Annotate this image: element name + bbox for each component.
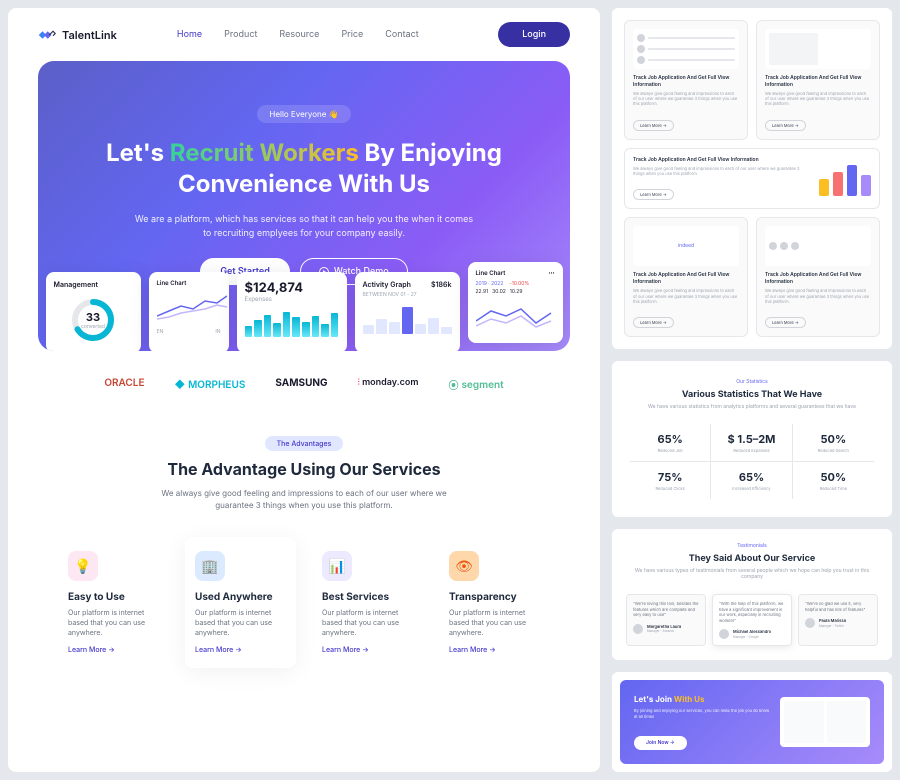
learn-more-link[interactable]: Learn More → <box>195 645 286 654</box>
testimonials-section: Testimonials They Said About Our Service… <box>612 529 892 660</box>
chart-icon: 📊 <box>322 551 352 581</box>
line-chart-card: Line Chart ENIN <box>149 272 229 351</box>
stats-title: Various Statistics That We Have <box>630 389 874 400</box>
statistics-section: Our Statistics Various Statistics That W… <box>612 361 892 517</box>
feature-card: Track Job Application And Get Full View … <box>756 217 880 337</box>
nav-product[interactable]: Product <box>224 29 257 40</box>
main-landing-page: TalentLink Home Product Resource Price C… <box>8 8 600 772</box>
eye-icon: 👁 <box>449 551 479 581</box>
hero-section: Hello Everyone 👋 Let's Recruit Workers B… <box>38 61 570 351</box>
testimonial-card: "With the help of this platform, we have… <box>712 594 792 646</box>
stat-item: 50%Reduced Time <box>793 462 874 499</box>
brand-morpheus: ◆ MORPHEUS <box>175 377 246 392</box>
stat-item: 75%Reduced Clicks <box>630 462 711 499</box>
building-icon: 🏢 <box>195 551 225 581</box>
advantage-used-anywhere: 🏢 Used Anywhere Our platform is internet… <box>185 537 296 668</box>
dashboard-preview-cards: Management 33converted Line Chart ENIN $… <box>58 272 550 351</box>
testimonial-card: "We're loving this tool, besides the fea… <box>626 594 706 646</box>
brand-samsung: SAMSUNG <box>275 377 327 392</box>
learn-more-link[interactable]: Learn More → <box>633 120 674 131</box>
brand-logos: ORACLE ◆ MORPHEUS SAMSUNG ⫶ monday.com ⦿… <box>8 351 600 418</box>
join-now-button[interactable]: Join Now → <box>634 736 687 750</box>
brand-segment: ⦿ segment <box>448 377 503 392</box>
advantages-title: The Advantage Using Our Services <box>58 459 550 479</box>
learn-more-link[interactable]: Learn More → <box>633 317 674 328</box>
brand-name: TalentLink <box>62 28 117 42</box>
learn-more-link[interactable]: Learn More → <box>68 645 159 654</box>
login-button[interactable]: Login <box>498 22 570 47</box>
management-card: Management 33converted <box>46 272 141 351</box>
advantages-section: The Advantages The Advantage Using Our S… <box>8 418 600 696</box>
feature-card: Track Job Application And Get Full View … <box>624 20 748 140</box>
advantages-subtitle: We always give good feeling and impressi… <box>154 487 454 511</box>
stats-grid: 65%Reduced Job $ 1.5–2MReduced Expenses … <box>630 424 874 499</box>
brand-oracle: ORACLE <box>104 377 144 392</box>
hero-subtitle: We are a platform, which has services so… <box>134 213 474 240</box>
advantages-grid: 💡 Easy to Use Our platform is internet b… <box>58 537 550 668</box>
hero-title: Let's Recruit Workers By EnjoyingConveni… <box>68 137 540 199</box>
logo-icon <box>38 29 56 41</box>
logo[interactable]: TalentLink <box>38 28 117 42</box>
testimonial-card: "We're so glad we use it, very helpful a… <box>798 594 878 646</box>
nav-home[interactable]: Home <box>177 29 202 40</box>
learn-more-link[interactable]: Learn More → <box>449 645 540 654</box>
stat-item: 65%Reduced Job <box>630 424 711 462</box>
nav-resource[interactable]: Resource <box>279 29 319 40</box>
nav-contact[interactable]: Contact <box>385 29 418 40</box>
learn-more-link[interactable]: Learn More → <box>633 189 674 200</box>
bulb-icon: 💡 <box>68 551 98 581</box>
hero-badge: Hello Everyone 👋 <box>257 105 350 123</box>
learn-more-link[interactable]: Learn More → <box>322 645 413 654</box>
forecast-line-chart-card: Line Chart⋯ 2019 · 2022-10.00% 22.9130.0… <box>468 262 563 343</box>
learn-more-link[interactable]: Learn More → <box>765 120 806 131</box>
stat-item: $ 1.5–2MReduced Expenses <box>711 424 792 462</box>
cta-banner: Let's Join With Us By joining and enjoyi… <box>620 680 884 763</box>
learn-more-link[interactable]: Learn More → <box>765 317 806 328</box>
feature-card: indeed Track Job Application And Get Ful… <box>624 217 748 337</box>
stat-item: 50%Reduced Search <box>793 424 874 462</box>
advantage-transparency: 👁 Transparency Our platform is internet … <box>439 537 550 668</box>
advantage-best-services: 📊 Best Services Our platform is internet… <box>312 537 423 668</box>
expenses-card: $124,874 Expenses <box>237 272 347 351</box>
features-section: Track Job Application And Get Full View … <box>612 8 892 349</box>
feature-card: Track Job Application And Get Full View … <box>756 20 880 140</box>
right-preview-panel: Track Job Application And Get Full View … <box>612 8 892 772</box>
brand-monday: ⫶ monday.com <box>358 377 419 392</box>
activity-graph-card: Activity Graph$186k BETWEEN NOV 01 - 27 <box>355 272 460 351</box>
feature-chart-card: Track Job Application And Get Full View … <box>624 148 880 210</box>
nav-links: Home Product Resource Price Contact <box>177 29 419 40</box>
advantage-easy-to-use: 💡 Easy to Use Our platform is internet b… <box>58 537 169 668</box>
stat-item: 65%Increased Efficiency <box>711 462 792 499</box>
navbar: TalentLink Home Product Resource Price C… <box>8 8 600 61</box>
cta-preview-image <box>780 697 870 747</box>
cta-section: Let's Join With Us By joining and enjoyi… <box>612 672 892 771</box>
advantages-badge: The Advantages <box>265 436 344 451</box>
nav-price[interactable]: Price <box>341 29 363 40</box>
